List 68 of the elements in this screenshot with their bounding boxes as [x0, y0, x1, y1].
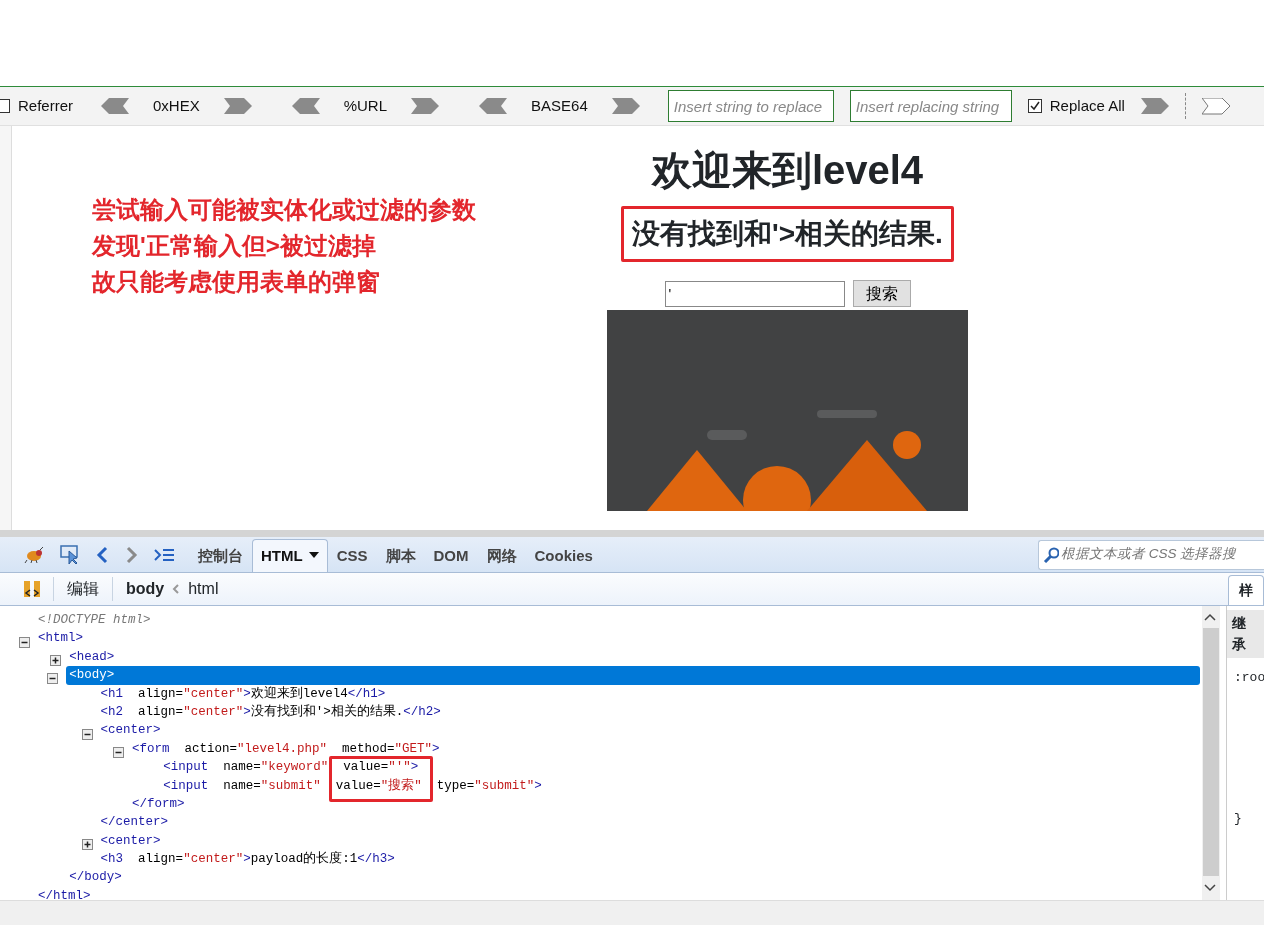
code-line[interactable]: <h1 align="center">欢迎来到level4</h1> — [100, 684, 1202, 703]
code-line[interactable]: </body> — [69, 868, 1202, 887]
annotation-text: 故只能考虑使用表单的弹窗 — [92, 267, 381, 297]
collapse-icon[interactable] — [112, 746, 124, 758]
edit-button[interactable]: 编辑 — [67, 577, 99, 601]
input-field[interactable]: Insert string to replace — [667, 90, 834, 122]
side-panel-heading: 继承 — [1227, 610, 1264, 658]
code-line[interactable]: <h3 align="center">payload的长度:1</h3> — [100, 850, 1202, 869]
forward-icon[interactable] — [125, 545, 138, 564]
collapse-icon[interactable] — [19, 636, 30, 648]
code-line[interactable]: </form> — [131, 794, 1202, 814]
panel-tab[interactable]: Cookies — [525, 538, 602, 572]
codec-label: 0xHEX — [153, 95, 200, 116]
right-arrow-button[interactable] — [223, 98, 252, 114]
annotation-text: 发现'正常输入但>被过滤掉 — [92, 231, 377, 261]
left-arrow-button[interactable] — [479, 98, 508, 114]
page-heading: 欢迎来到level4 — [651, 148, 924, 192]
code-line[interactable]: </html> — [38, 886, 1202, 900]
panel-tab[interactable]: DOM — [424, 538, 478, 572]
bug-icon[interactable] — [24, 544, 44, 565]
css-text: } — [1233, 809, 1243, 828]
code-line[interactable]: </center> — [100, 813, 1202, 832]
left-arrow-button[interactable] — [101, 98, 129, 114]
search-field[interactable]: ' — [664, 280, 845, 307]
codec-label: %URL — [343, 95, 388, 116]
right-arrow-button[interactable] — [411, 98, 440, 114]
collapse-icon[interactable] — [81, 728, 93, 740]
panel-tab[interactable]: HTML — [252, 538, 328, 572]
panel-tab[interactable]: 脚本 — [376, 538, 425, 572]
panel-tab[interactable]: 网络 — [477, 538, 526, 572]
code-line[interactable]: <input name="keyword" value="'"> — [163, 758, 1202, 777]
panel-tab[interactable]: CSS — [327, 538, 377, 572]
back-icon[interactable] — [96, 545, 109, 564]
input-field[interactable]: Insert replacing string — [849, 90, 1012, 122]
code-line[interactable]: <head> — [69, 647, 1202, 667]
code-line[interactable]: <center> — [100, 721, 1202, 740]
inspect-icon[interactable] — [60, 544, 80, 565]
code-line[interactable]: <input name="submit" value="搜索" type="submit"> — [163, 776, 1202, 795]
left-arrow-button[interactable] — [291, 98, 320, 114]
search-field[interactable]: 根据文本或者 CSS 选择器搜 — [1038, 539, 1264, 570]
scrollbar[interactable] — [1202, 606, 1220, 900]
right-arrow-button[interactable] — [1201, 97, 1231, 115]
side-panel-tab[interactable]: 样 — [1228, 575, 1264, 605]
search-icon — [1043, 546, 1059, 563]
breadcrumb-item[interactable]: body — [126, 577, 165, 601]
panel-tab[interactable]: 控制台 — [189, 538, 252, 572]
checkbox[interactable]: Replace All — [1027, 94, 1125, 118]
code-line[interactable]: <h2 align="center">没有找到和'>相关的结果.</h2> — [100, 702, 1202, 722]
expand-icon[interactable] — [50, 655, 62, 666]
command-line-icon[interactable] — [154, 546, 175, 563]
code-line[interactable]: <form action="level4.php" method="GET"> — [131, 739, 1202, 759]
expand-icon[interactable] — [81, 838, 93, 850]
code-line[interactable]: <html> — [38, 629, 1202, 648]
codec-label: BASE64 — [531, 95, 588, 116]
annotation-text: 尝试输入可能被实体化或过滤的参数 — [92, 195, 477, 225]
check-icon — [1028, 100, 1041, 112]
search-button[interactable]: 搜索 — [852, 280, 911, 307]
right-arrow-button[interactable] — [611, 98, 640, 114]
right-arrow-button[interactable] — [1140, 98, 1169, 114]
css-text: :roo — [1233, 669, 1264, 687]
html-panel-icon[interactable] — [23, 580, 41, 598]
checkbox[interactable]: Referrer — [0, 94, 73, 118]
collapse-icon[interactable] — [47, 673, 59, 685]
code-line[interactable]: <center> — [100, 831, 1202, 851]
code-line[interactable]: <!DOCTYPE html> — [38, 611, 1202, 630]
result-heading: 没有找到和'>相关的结果. — [621, 206, 954, 262]
breadcrumb-item[interactable]: html — [188, 577, 219, 601]
chevron-icon — [172, 584, 181, 594]
